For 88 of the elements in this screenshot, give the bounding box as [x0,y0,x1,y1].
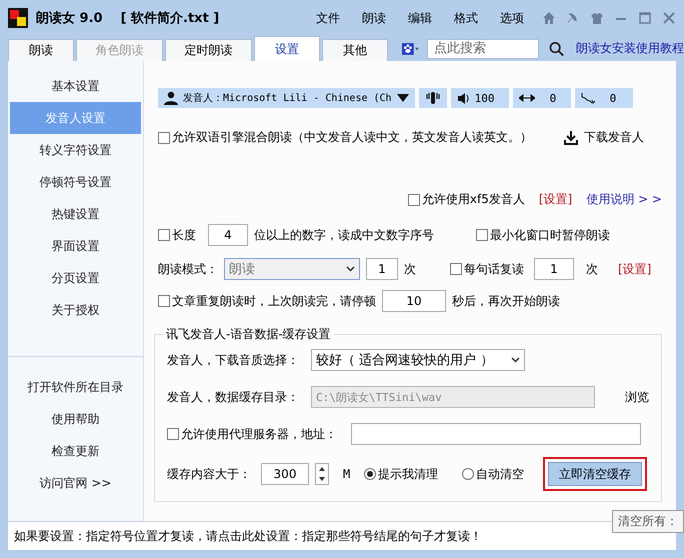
speed-control[interactable]: 0 [512,88,571,108]
sidebar-link[interactable]: 访问官网 >> [10,467,141,499]
field-label: 缓存内容大于： [167,466,252,482]
checkbox-label: 允许双语引擎混合朗读（中文发音人读中文，英文发音人读英文。） [172,129,532,146]
volume-control[interactable]: 100 [450,88,509,108]
checkbox-label: 长度 [172,226,196,244]
sidebar-item[interactable]: 分页设置 [10,262,141,294]
sidebar-item[interactable]: 关于授权 [10,294,141,326]
mode-dropdown[interactable]: 朗读 [224,258,360,280]
radio-button[interactable] [364,468,376,480]
field-label: 发音人，数据缓存目录： [167,388,300,406]
checkbox-label: 最小化窗口时暂停朗读 [490,226,610,244]
help-link[interactable]: 使用说明 > > [586,191,662,208]
voice-test-button[interactable] [418,88,447,108]
app-title: 朗读女 9.0 [36,10,103,27]
menu-item[interactable]: 格式 [454,10,478,26]
checkbox[interactable] [158,295,170,307]
sidebar-item[interactable]: 转义字符设置 [10,134,141,166]
sidebar-item[interactable]: 热键设置 [10,198,141,230]
field-label: 秒后，再次开始朗读 [452,292,560,310]
checkbox[interactable] [408,194,420,206]
menu-item[interactable]: 文件 [316,10,340,26]
browse-button[interactable]: 浏览 [625,388,649,406]
pitch-curve-icon [580,92,595,104]
shirt-icon[interactable] [590,11,604,25]
unit-label: 次 [404,260,416,278]
checkbox-label: 允许使用xf5发音人 [422,191,525,208]
document-name: [ 软件简介.txt ] [120,10,220,27]
field-label: 发音人，下载音质选择： [167,352,300,368]
proxy-address-field[interactable] [351,423,641,445]
sidebar-link[interactable]: 使用帮助 [10,403,141,435]
sidebar-item[interactable]: 基本设置 [10,70,141,102]
sidebar-link[interactable]: 打开软件所在目录 [10,371,141,403]
home-icon[interactable] [542,11,556,25]
tutorial-link[interactable]: 朗读女安装使用教程 [576,40,684,57]
caret-icon [396,94,409,102]
search-icon[interactable] [548,40,564,56]
menu-item[interactable]: 朗读 [362,10,386,26]
tab[interactable]: 朗读 [8,39,74,61]
field-label: 朗读模式： [158,260,218,278]
count-field[interactable]: 1 [366,258,398,280]
close-icon[interactable] [662,11,676,25]
radio-label: 自动清空 [476,466,524,482]
sidebar-item[interactable]: 界面设置 [10,230,141,262]
radio-button[interactable] [462,468,474,480]
checkbox-label: 文章重复朗读时，上次朗读完，请停顿 [172,292,376,310]
download-icon [564,130,578,144]
spinner[interactable] [315,463,329,485]
checkbox[interactable] [476,229,488,241]
sidebar-link[interactable]: 检查更新 [10,435,141,467]
speaker-dropdown[interactable]: 发音人：Microsoft Lili - Chinese (Ch [158,88,415,108]
tab[interactable]: 设置 [254,36,320,61]
tab[interactable]: 其他 [322,39,388,61]
checkbox[interactable] [158,229,170,241]
clear-cache-button[interactable]: 立即清空缓存 [548,462,642,486]
chevron-icon [346,266,355,272]
settings-link[interactable]: [设置] [618,260,652,278]
search-field[interactable]: 点此搜索 [426,38,539,58]
settings-link[interactable]: [设置] [538,191,572,208]
chevron-icon [511,357,520,363]
checkbox[interactable] [167,428,179,440]
speaker-icon [456,92,470,104]
field-label: 位以上的数字，读成中文数字序号 [254,226,434,244]
tab[interactable]: 定时朗读 [164,39,252,61]
sidebar-item[interactable]: 停顿符号设置 [10,166,141,198]
menu-item[interactable]: 编辑 [408,10,432,26]
pause-seconds-field[interactable]: 10 [382,290,446,312]
quality-dropdown[interactable]: 较好（ 适合网速较快的用户 ） [311,349,525,371]
unit-label: M [343,467,350,481]
download-button[interactable]: 下载发音人 [564,129,644,146]
checkbox[interactable] [450,263,462,275]
menu-item[interactable]: 选项 [500,10,524,26]
checkbox-label: 每句话复读 [464,260,524,278]
unit-label: 次 [586,260,598,278]
microphone-icon [424,91,441,105]
pitch-control[interactable]: 0 [574,88,633,108]
group-title: 讯飞发音人-语音数据-缓存设置 [163,326,334,343]
count-field[interactable]: 1 [534,258,574,280]
maximize-icon[interactable] [638,11,652,25]
checkbox[interactable] [158,132,170,144]
person-icon [164,91,178,105]
radio-label: 提示我清理 [378,466,438,482]
digit-length-field[interactable]: 4 [208,224,248,246]
app-logo-icon [8,8,28,28]
checkbox-label: 允许使用代理服务器，地址： [181,426,337,442]
tooltip: 清空所有： [612,510,684,533]
double-arrow-icon [518,94,535,102]
cache-size-field[interactable]: 300 [261,463,309,485]
